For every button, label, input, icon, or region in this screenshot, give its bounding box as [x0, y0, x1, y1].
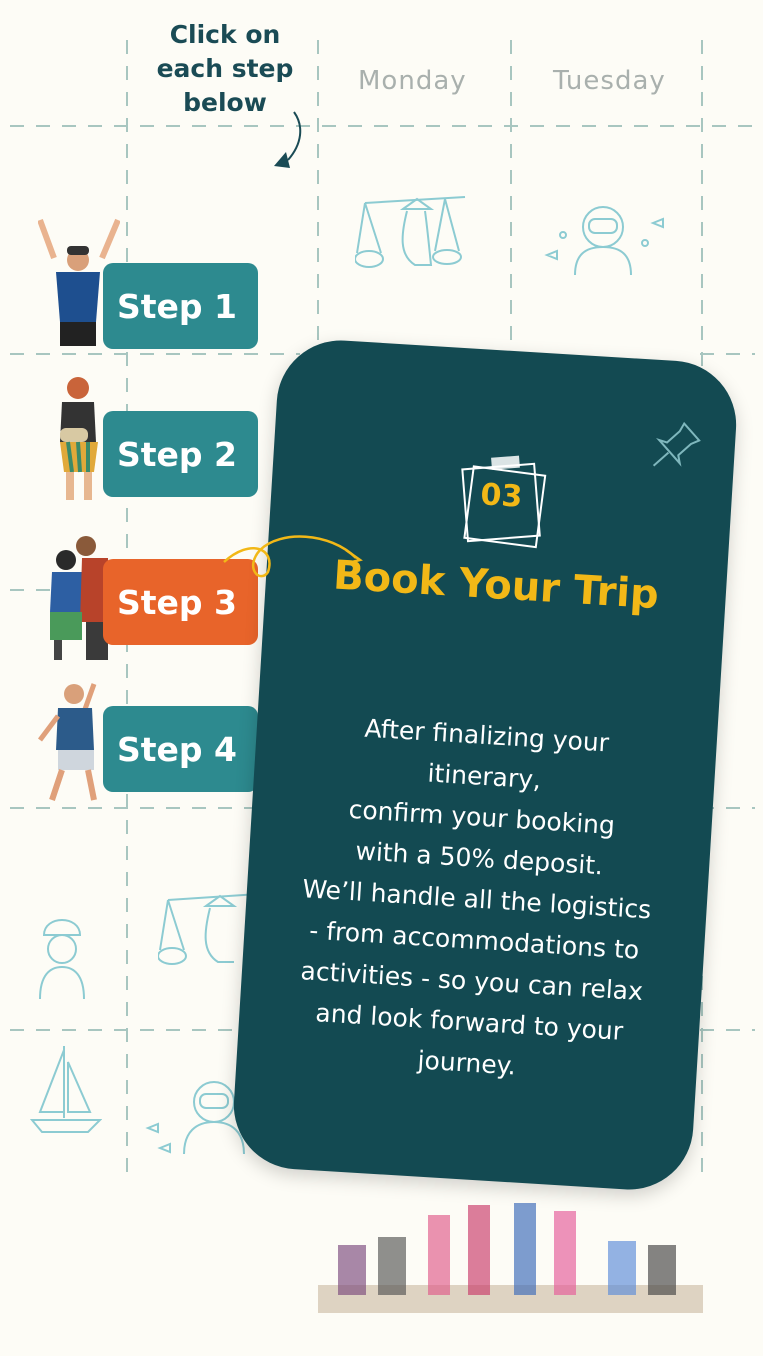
instruction-hint: Click on each step below	[156, 20, 294, 117]
day-header-tuesday: Tuesday	[553, 66, 666, 96]
card-description: After finalizing your itinerary, confirm…	[299, 713, 653, 1081]
dancers-photo	[318, 1203, 703, 1313]
sailboat-sketch	[30, 1046, 102, 1133]
pushpin-icon	[652, 421, 701, 467]
step-detail-card: 03 Book Your Trip After finalizing your …	[230, 336, 740, 1194]
street-vendor-sketch	[355, 196, 466, 268]
step-1-button[interactable]: Step 1	[103, 263, 258, 349]
step-4-button[interactable]: Step 4	[103, 706, 258, 792]
day-header-monday: Monday	[358, 66, 467, 96]
curly-arrow-icon	[223, 535, 363, 578]
diver-sketch	[544, 206, 664, 276]
step-2-button[interactable]: Step 2	[103, 411, 258, 497]
arrow-down-icon	[274, 111, 302, 168]
step-number-badge: 03	[448, 448, 554, 554]
step-number: 03	[479, 477, 524, 515]
hilltribe-woman-sketch	[39, 919, 85, 1000]
